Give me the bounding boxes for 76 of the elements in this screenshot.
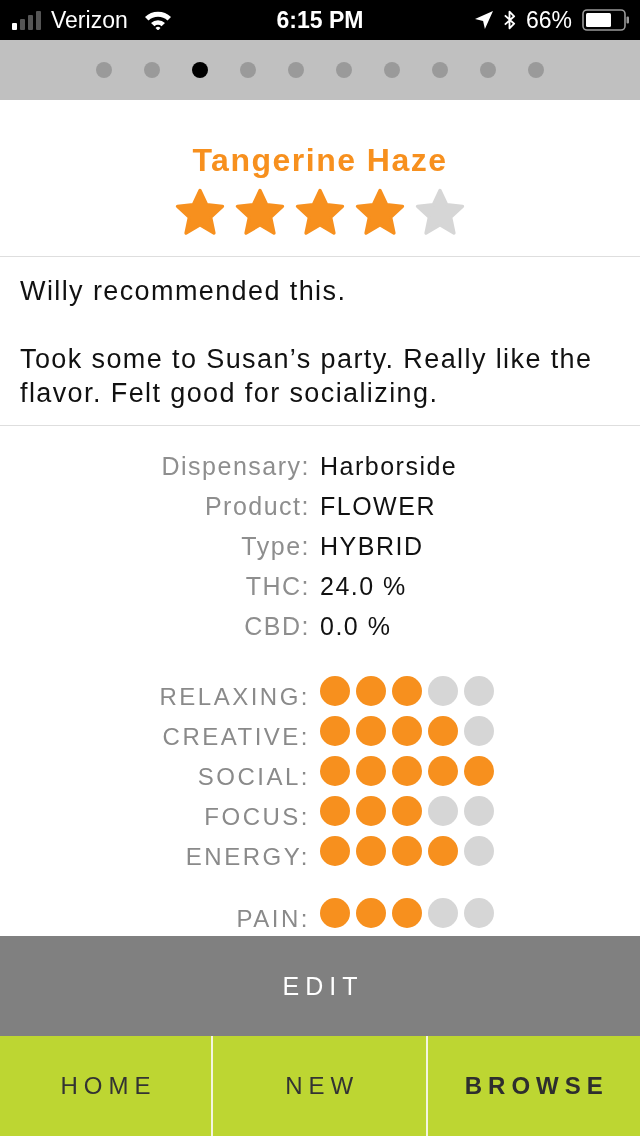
rating-dot-icon	[464, 676, 494, 706]
detail-label: Type:	[240, 531, 310, 562]
star-icon	[355, 188, 405, 236]
detail-value: Harborside	[320, 451, 459, 482]
detail-label: THC:	[244, 571, 310, 602]
detail-label: Dispensary:	[160, 451, 310, 482]
star-icon	[415, 188, 465, 236]
rating-dot-icon	[464, 756, 494, 786]
nav-tab[interactable]: BROWSE	[425, 1036, 640, 1136]
rating-dot-icon	[392, 756, 422, 786]
rating-dot-icon	[464, 716, 494, 746]
clock-time: 6:15 PM	[276, 7, 364, 34]
bluetooth-icon	[502, 9, 516, 31]
rating-dot-icon	[392, 898, 422, 928]
carrier-name: Verizon	[51, 6, 128, 34]
note-text: Took some to Susan’s party. Really like the flavor. Felt good for socializing.	[20, 343, 594, 410]
rating-dot-icon	[428, 716, 458, 746]
rating-dot-icon	[428, 898, 458, 928]
rating-dot-icon	[392, 676, 422, 706]
nav-tab[interactable]: NEW	[211, 1036, 426, 1136]
edit-button[interactable]: EDIT	[0, 936, 640, 1036]
wifi-icon	[143, 10, 172, 30]
battery-percent: 66%	[525, 6, 572, 34]
rating-dot-icon	[392, 836, 422, 866]
rating-dot-icon	[320, 756, 350, 786]
rating-dot-icon	[356, 898, 386, 928]
rating-label: CREATIVE:	[161, 725, 310, 751]
rating-dot-icon	[428, 756, 458, 786]
detail-value: FLOWER	[320, 491, 437, 522]
detail-value: 24.0 %	[320, 571, 408, 602]
rating-dot-icon	[392, 716, 422, 746]
location-arrow-icon	[474, 11, 493, 29]
rating-label: PAIN:	[235, 907, 310, 933]
page-dot-icon[interactable]	[144, 62, 160, 78]
rating-dot-icon	[464, 898, 494, 928]
signal-icon	[12, 10, 43, 30]
battery-icon	[582, 9, 630, 31]
page-dot-icon[interactable]	[192, 62, 208, 78]
rating-dot-icon	[428, 796, 458, 826]
rating-dot-icon	[320, 676, 350, 706]
page-dot-icon[interactable]	[528, 62, 544, 78]
detail-value: HYBRID	[320, 531, 425, 562]
rating-dot-icon	[320, 836, 350, 866]
page-dot-icon[interactable]	[480, 62, 496, 78]
star-icon	[235, 188, 285, 236]
strain-name: Tangerine Haze	[192, 142, 448, 178]
rating-dot-icon	[464, 836, 494, 866]
detail-label: Product:	[203, 491, 310, 522]
rating-dot-icon	[356, 676, 386, 706]
rating-dot-icon	[356, 836, 386, 866]
star-icon	[175, 188, 225, 236]
rating-dot-icon	[464, 796, 494, 826]
rating-label: SOCIAL:	[196, 765, 310, 791]
rating-dot-icon	[320, 898, 350, 928]
nav-tab[interactable]: HOME	[0, 1036, 211, 1136]
rating-dot-icon	[320, 796, 350, 826]
star-icon	[295, 188, 345, 236]
page-dot-icon[interactable]	[288, 62, 304, 78]
detail-value: 0.0 %	[320, 611, 393, 642]
rating-label: FOCUS:	[203, 805, 310, 831]
page-dot-icon[interactable]	[336, 62, 352, 78]
rating-dot-icon	[356, 796, 386, 826]
note-text: Willy recommended this.	[20, 275, 348, 308]
page-dot-icon[interactable]	[432, 62, 448, 78]
page-dot-icon[interactable]	[240, 62, 256, 78]
rating-dot-icon	[320, 716, 350, 746]
detail-label: CBD:	[243, 611, 310, 642]
rating-dot-icon	[428, 676, 458, 706]
rating-dot-icon	[356, 716, 386, 746]
page-dot-icon[interactable]	[96, 62, 112, 78]
rating-dot-icon	[356, 756, 386, 786]
rating-label: ENERGY:	[184, 845, 310, 871]
rating-label: RELAXING:	[158, 685, 310, 711]
page-dot-icon[interactable]	[384, 62, 400, 78]
rating-dot-icon	[392, 796, 422, 826]
rating-dot-icon	[428, 836, 458, 866]
